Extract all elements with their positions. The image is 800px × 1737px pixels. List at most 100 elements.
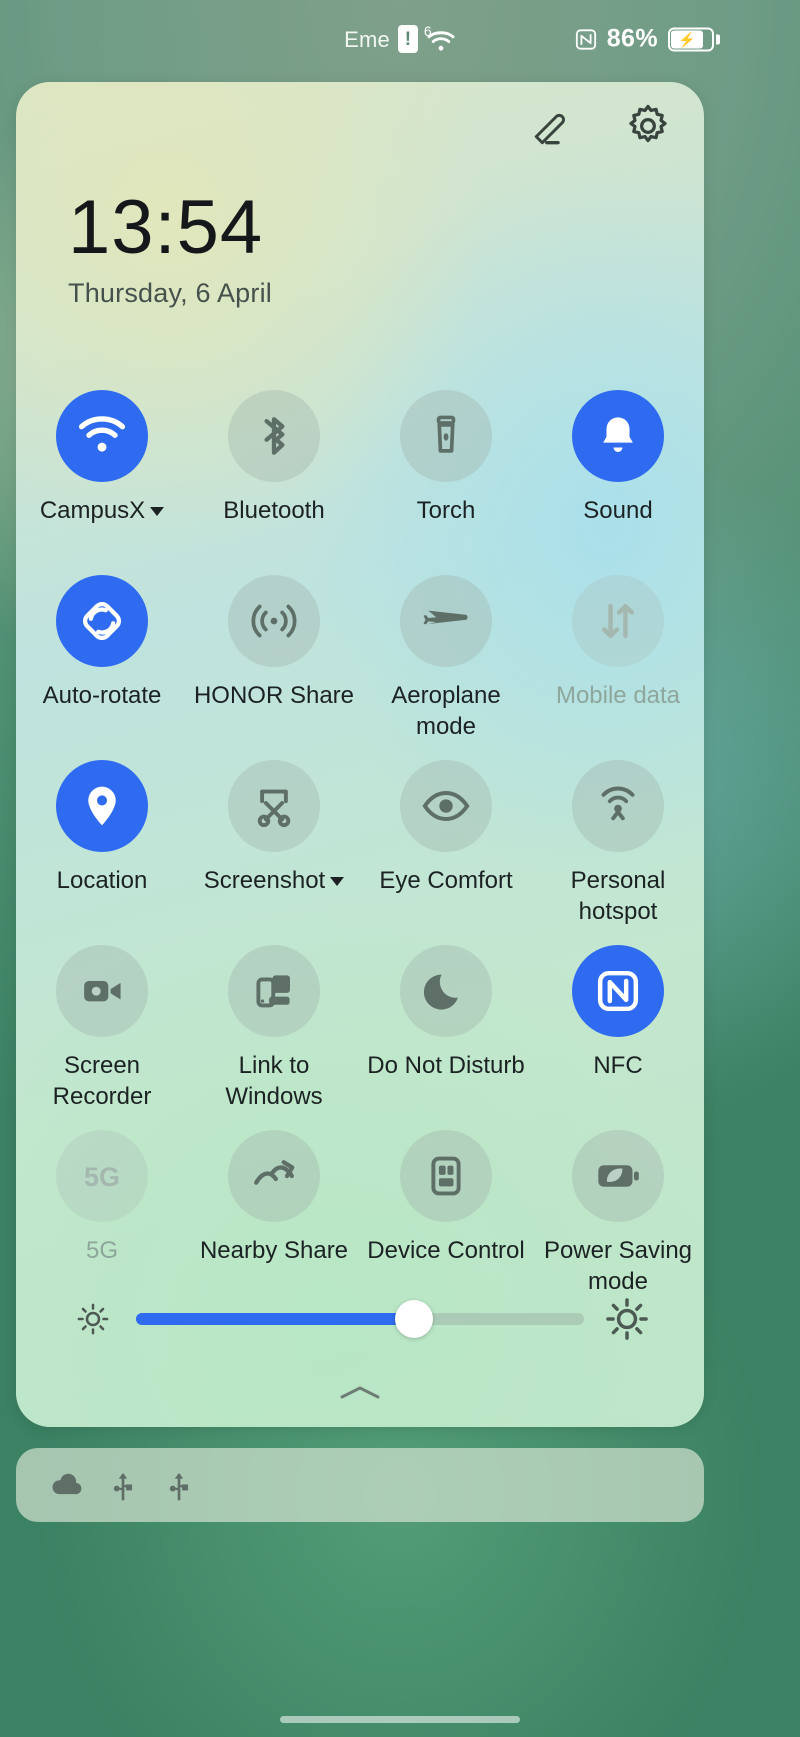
hotspot-icon <box>601 786 635 821</box>
tile-label: Bluetooth <box>223 497 325 524</box>
tile-bubble[interactable] <box>400 390 492 482</box>
tile-bubble[interactable] <box>572 575 664 667</box>
edit-button[interactable] <box>524 100 576 152</box>
chevron-down-icon[interactable] <box>150 507 165 517</box>
chevron-down-icon[interactable] <box>330 877 345 887</box>
quick-tile-aeroplane-mode[interactable]: Aeroplane mode <box>360 567 532 752</box>
sim-alert-glyph: ! <box>404 28 412 50</box>
mobile-data-icon <box>602 603 634 639</box>
wifi-status-icon: 6 <box>424 23 456 53</box>
brightness-slider-knob[interactable] <box>394 1300 433 1338</box>
wifi-generation-label: 6 <box>423 23 432 39</box>
tile-bubble[interactable] <box>228 1130 320 1222</box>
tile-bubble[interactable] <box>400 760 492 852</box>
aeroplane-icon <box>423 610 468 625</box>
tile-bubble[interactable] <box>56 760 148 852</box>
brightness-control[interactable] <box>16 1297 704 1341</box>
carrier-label: Eme <box>344 27 390 52</box>
tile-label: 5G <box>85 1237 118 1264</box>
nearby-share-icon <box>254 1160 295 1185</box>
leaf-battery-icon <box>598 1165 639 1187</box>
tile-label: HONOR Share <box>193 682 355 709</box>
bell-icon <box>603 417 633 452</box>
battery-percent-label: 86% <box>606 24 658 53</box>
tile-label: Nearby Share <box>199 1237 349 1264</box>
tile-bubble[interactable] <box>56 575 148 667</box>
clock-time: 13:54 <box>68 185 264 270</box>
nfc-icon <box>575 28 596 50</box>
device-control-icon <box>431 1156 461 1196</box>
control-center-panel: 13:54 Thursday, 6 April CampusX Bluetoot… <box>16 82 704 1427</box>
tile-label: Eye Comfort <box>379 867 513 894</box>
tile-bubble[interactable] <box>400 1130 492 1222</box>
brightness-slider[interactable] <box>136 1300 584 1338</box>
quick-tile-do-not-disturb[interactable]: Do Not Disturb <box>360 937 532 1122</box>
tile-label: Sound <box>583 497 653 524</box>
tile-label: Auto-rotate <box>42 682 162 709</box>
eye-icon <box>422 791 470 821</box>
tile-bubble[interactable] <box>56 390 148 482</box>
quick-tile-campusx[interactable]: CampusX <box>16 382 188 567</box>
tile-label: Location <box>56 867 148 894</box>
quick-tile-mobile-data[interactable]: Mobile data <box>532 567 704 752</box>
navigation-bar-hint <box>280 1716 520 1723</box>
status-bar: Eme ! 6 86% ⚡ <box>0 0 800 78</box>
battery-charging-icon: ⚡ <box>668 27 720 51</box>
tile-bubble[interactable] <box>400 575 492 667</box>
notification-strip[interactable] <box>16 1448 704 1522</box>
tile-bubble[interactable] <box>228 575 320 667</box>
tile-label: Mobile data <box>555 682 681 709</box>
tile-label: Screenshot <box>204 866 345 897</box>
link-windows-icon <box>256 975 290 1008</box>
tile-bubble[interactable] <box>400 945 492 1037</box>
tile-bubble[interactable] <box>572 1130 664 1222</box>
tile-label: CampusX <box>40 496 165 527</box>
quick-tile-location[interactable]: Location <box>16 752 188 937</box>
tile-bubble[interactable] <box>572 390 664 482</box>
tile-bubble[interactable] <box>228 945 320 1037</box>
battery-nub <box>716 34 720 44</box>
panel-header <box>524 100 674 152</box>
quick-tile-auto-rotate[interactable]: Auto-rotate <box>16 567 188 752</box>
charging-bolt-icon: ⚡ <box>678 31 696 47</box>
video-camera-icon <box>84 980 121 1002</box>
tile-label: Do Not Disturb <box>367 1052 525 1079</box>
status-bar-right: 86% ⚡ <box>575 24 720 54</box>
clock-block[interactable]: 13:54 Thursday, 6 April <box>68 185 272 309</box>
tile-label: Screen Recorder <box>52 1052 152 1110</box>
collapse-panel-button[interactable] <box>325 1383 395 1409</box>
quick-tile-sound[interactable]: Sound <box>532 382 704 567</box>
quick-tile-device-control[interactable]: Device Control <box>360 1122 532 1307</box>
tile-label: Torch <box>416 497 476 524</box>
tile-bubble[interactable] <box>572 760 664 852</box>
status-bar-center: Eme ! 6 <box>344 23 456 53</box>
quick-tile-link-to-windows[interactable]: Link to Windows <box>188 937 360 1122</box>
tile-label: Link to Windows <box>225 1052 323 1110</box>
quick-tile-screen-recorder[interactable]: Screen Recorder <box>16 937 188 1122</box>
tile-bubble[interactable] <box>572 945 664 1037</box>
settings-button[interactable] <box>622 100 674 152</box>
quick-tile-screenshot[interactable]: Screenshot <box>188 752 360 937</box>
tile-bubble[interactable]: 5G <box>56 1130 148 1222</box>
quick-tile-eye-comfort[interactable]: Eye Comfort <box>360 752 532 937</box>
tile-label: Personal hotspot <box>570 867 666 925</box>
quick-tile-bluetooth[interactable]: Bluetooth <box>188 382 360 567</box>
location-pin-icon <box>88 786 116 826</box>
quick-tile-torch[interactable]: Torch <box>360 382 532 567</box>
brightness-slider-fill <box>136 1313 414 1325</box>
brightness-high-icon <box>598 1297 656 1341</box>
quick-tile-power-saving-mode[interactable]: Power Saving mode <box>532 1122 704 1307</box>
tile-bubble[interactable] <box>228 760 320 852</box>
torch-icon <box>436 415 456 453</box>
quick-tile-5g[interactable]: 5G 5G <box>16 1122 188 1307</box>
quick-tile-nearby-share[interactable]: Nearby Share <box>188 1122 360 1307</box>
quick-tile-honor-share[interactable]: HONOR Share <box>188 567 360 752</box>
quick-tile-nfc[interactable]: NFC <box>532 937 704 1122</box>
quick-tile-personal-hotspot[interactable]: Personal hotspot <box>532 752 704 937</box>
moon-icon <box>423 974 458 1010</box>
tile-bubble[interactable] <box>56 945 148 1037</box>
tile-bubble[interactable] <box>228 390 320 482</box>
battery-fill: ⚡ <box>671 30 703 48</box>
svg-text:5G: 5G <box>84 1162 120 1192</box>
scissors-icon <box>257 789 291 828</box>
